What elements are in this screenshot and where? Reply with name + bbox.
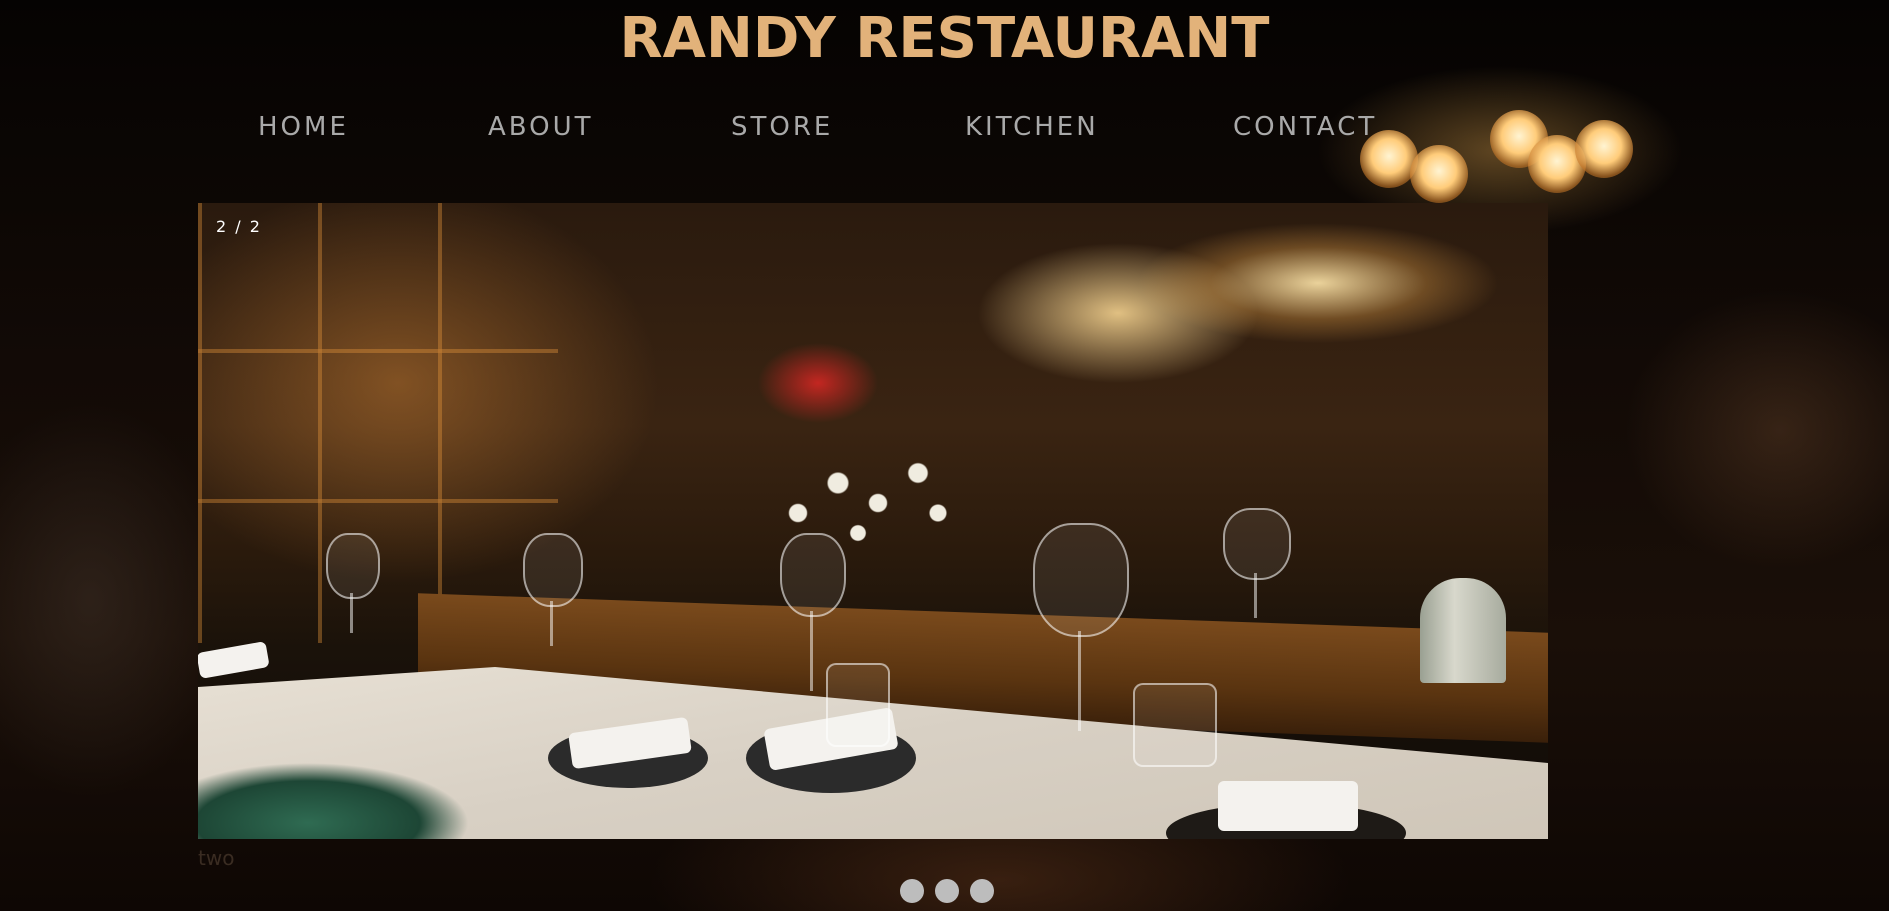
wine-glass — [1033, 523, 1129, 637]
glass-stem — [350, 593, 353, 633]
water-glass — [1133, 683, 1217, 767]
wine-glass — [1223, 508, 1291, 580]
main-nav: HOME ABOUT STORE KITCHEN CONTACT — [0, 112, 1889, 152]
nav-about-link[interactable]: ABOUT — [488, 112, 594, 142]
candle — [1420, 578, 1506, 683]
glass-stem — [1254, 573, 1257, 618]
wine-glass — [326, 533, 380, 599]
nav-store-link[interactable]: STORE — [731, 112, 833, 142]
glass-stem — [1078, 631, 1081, 731]
green-chair — [198, 763, 478, 839]
site-title: RANDY RESTAURANT — [619, 6, 1270, 71]
napkin — [1218, 781, 1358, 831]
wine-glass — [780, 533, 846, 617]
slide-caption: two — [198, 846, 235, 870]
glass-stem — [810, 611, 813, 691]
glass-stem — [550, 601, 553, 646]
slide-dot-3[interactable] — [970, 879, 994, 903]
slideshow-image[interactable]: 2 / 2 — [198, 203, 1548, 839]
napkin — [198, 641, 270, 679]
water-glass — [826, 663, 890, 747]
slide-dot-1[interactable] — [900, 879, 924, 903]
nav-kitchen-link[interactable]: KITCHEN — [965, 112, 1099, 142]
nav-contact-link[interactable]: CONTACT — [1233, 112, 1377, 142]
slide-counter: 2 / 2 — [216, 217, 262, 236]
nav-home-link[interactable]: HOME — [258, 112, 349, 142]
wine-glass — [523, 533, 583, 607]
slide-dot-2[interactable] — [935, 879, 959, 903]
